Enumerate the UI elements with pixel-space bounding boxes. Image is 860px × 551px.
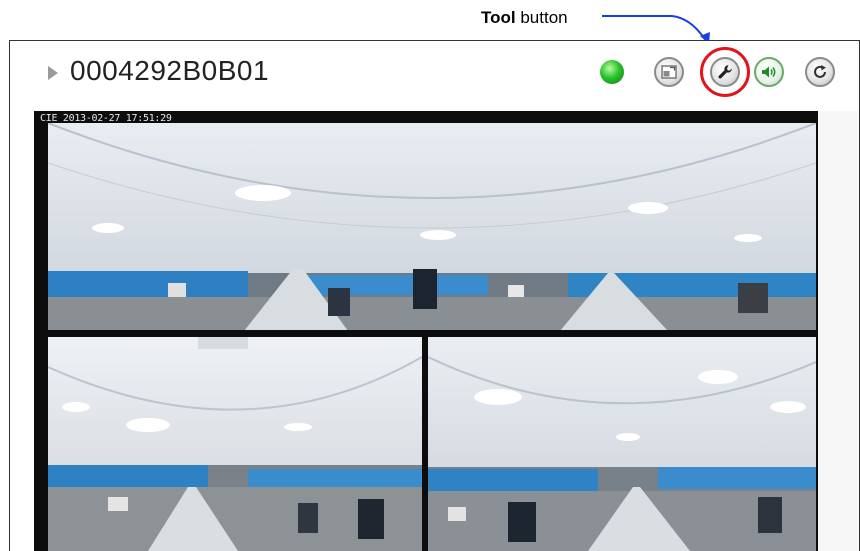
osd-timestamp: CIE 2013-02-27 17:51:29 [40, 113, 172, 124]
layout-button[interactable] [654, 57, 684, 87]
callout-text: button [515, 8, 568, 27]
tool-button-callout: Tool button [481, 8, 568, 28]
panorama-view-bottom-left [48, 337, 422, 551]
view-divider-horizontal [34, 330, 818, 337]
refresh-icon [814, 65, 826, 78]
camera-name: 0004292B0B01 [70, 55, 270, 86]
refresh-button[interactable] [805, 57, 835, 87]
speaker-icon [762, 66, 776, 78]
video-feed[interactable]: CIE 2013-02-27 17:51:29 [34, 111, 818, 551]
side-strip [818, 111, 859, 551]
layout-icon [661, 65, 677, 79]
camera-panel: 0004292B0B01 CIE 2013-02-27 17:51:29 [9, 40, 860, 551]
audio-button[interactable] [754, 57, 784, 87]
expand-arrow-icon[interactable] [48, 66, 58, 80]
panorama-view-bottom-right [428, 337, 816, 551]
callout-bold: Tool [481, 8, 516, 27]
tool-button-highlight [700, 47, 750, 97]
status-led-icon [600, 60, 624, 84]
camera-header: 0004292B0B01 [10, 41, 859, 109]
panorama-view-top [48, 123, 816, 331]
